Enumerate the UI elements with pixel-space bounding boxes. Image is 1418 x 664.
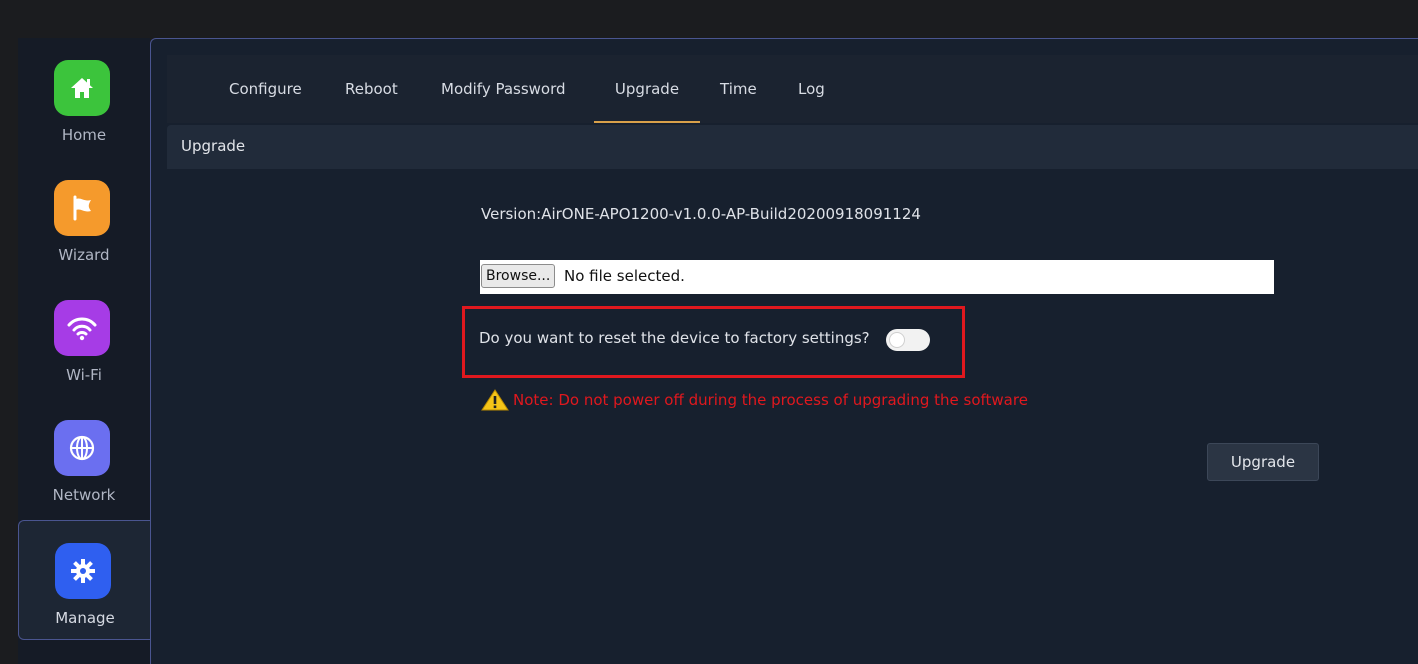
tab-time[interactable]: Time <box>720 55 757 123</box>
sidebar-item-label: Network <box>52 486 116 504</box>
upgrade-button[interactable]: Upgrade <box>1207 443 1319 481</box>
gear-icon <box>55 543 111 599</box>
sidebar-item-network[interactable]: Network <box>18 398 150 518</box>
tab-reboot[interactable]: Reboot <box>345 55 398 123</box>
sidebar-item-label: Manage <box>55 609 115 627</box>
home-icon <box>54 60 110 116</box>
tab-modify-password[interactable]: Modify Password <box>441 55 566 123</box>
tab-upgrade[interactable]: Upgrade <box>594 55 700 123</box>
file-status: No file selected. <box>564 267 685 285</box>
wifi-icon <box>54 300 110 356</box>
window-top-bar <box>18 0 1418 38</box>
factory-reset-toggle[interactable] <box>886 329 930 351</box>
tab-configure[interactable]: Configure <box>229 55 302 123</box>
sidebar-item-manage[interactable]: Manage <box>18 520 151 640</box>
warning-icon <box>481 389 509 411</box>
toggle-knob <box>889 332 905 348</box>
factory-reset-label: Do you want to reset the device to facto… <box>479 329 870 347</box>
firmware-version: Version:AirONE-APO1200-v1.0.0-AP-Build20… <box>481 205 921 223</box>
flag-icon <box>54 180 110 236</box>
main-panel: Configure Reboot Modify Password Upgrade… <box>150 38 1418 664</box>
sidebar-item-label: Wizard <box>58 246 110 264</box>
sidebar-item-label: Wi-Fi <box>66 366 102 384</box>
section-title: Upgrade <box>181 137 246 155</box>
sidebar: Home Wizard Wi-Fi Network Manage <box>18 38 151 664</box>
browse-button[interactable]: Browse... <box>481 264 556 288</box>
tab-log[interactable]: Log <box>798 55 825 123</box>
warning-note: Note: Do not power off during the proces… <box>481 389 1028 411</box>
warning-text: Note: Do not power off during the proces… <box>513 391 1028 409</box>
sidebar-item-home[interactable]: Home <box>18 38 150 158</box>
tab-bar: Configure Reboot Modify Password Upgrade… <box>167 55 1418 123</box>
section-header: Upgrade <box>167 125 1418 169</box>
app-window: Home Wizard Wi-Fi Network Manage Configu… <box>0 0 1418 664</box>
file-input[interactable]: Browse... No file selected. <box>480 260 1274 294</box>
globe-icon <box>54 420 110 476</box>
sidebar-item-wizard[interactable]: Wizard <box>18 158 150 278</box>
sidebar-item-label: Home <box>61 126 107 144</box>
sidebar-item-wifi[interactable]: Wi-Fi <box>18 278 150 398</box>
